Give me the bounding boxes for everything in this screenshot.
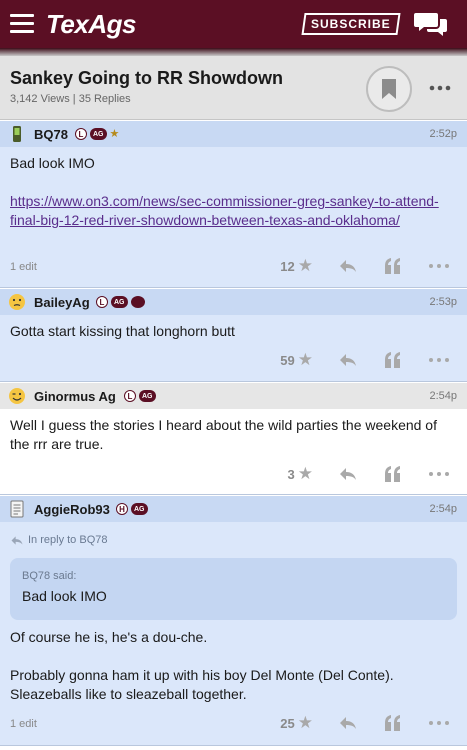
post-header: Ginormus Ag L AG 2:54p xyxy=(0,383,467,409)
pondering-face-avatar-icon[interactable] xyxy=(8,293,26,311)
post-time: 2:52p xyxy=(429,128,457,140)
more-icon[interactable] xyxy=(427,354,451,366)
badge-ag: AG xyxy=(90,128,107,140)
post-body: Bad look IMO https://www.on3.com/news/se… xyxy=(10,154,456,230)
post-text: Well I guess the stories I heard about t… xyxy=(10,417,437,452)
menu-icon[interactable] xyxy=(10,14,34,34)
user-badges: L AG xyxy=(124,390,156,402)
post-text: Bad look IMO xyxy=(10,155,95,171)
reply-icon[interactable] xyxy=(338,464,358,484)
like-count: 12 xyxy=(280,258,295,274)
badge-l: L xyxy=(75,128,87,140)
quote-text: Bad look IMO xyxy=(22,588,107,604)
star-icon: ★ xyxy=(297,713,313,732)
more-options-icon[interactable] xyxy=(428,80,452,96)
like-count: 25 xyxy=(280,715,295,731)
reply-icon[interactable] xyxy=(338,713,358,733)
winking-face-avatar-icon[interactable] xyxy=(8,387,26,405)
post-text: Gotta start kissing that longhorn butt xyxy=(10,323,235,339)
post-ginormus-ag: Ginormus Ag L AG 2:54p Well I guess the … xyxy=(0,383,467,495)
phone-avatar-icon[interactable] xyxy=(8,125,26,143)
header-shadow xyxy=(0,48,467,56)
username[interactable]: AggieRob93 xyxy=(34,502,110,517)
bookmark-icon xyxy=(382,79,396,99)
like-button[interactable]: 12 ★ xyxy=(280,256,313,276)
post-aggierob93: AggieRob93 H AG 2:54p In reply to BQ78 B… xyxy=(0,496,467,746)
reply-icon[interactable] xyxy=(338,256,358,276)
like-button[interactable]: 25 ★ xyxy=(280,713,313,733)
username[interactable]: BQ78 xyxy=(34,127,68,142)
post-actions: 12 ★ xyxy=(0,256,467,276)
badge-h: H xyxy=(116,503,128,515)
quote-icon[interactable] xyxy=(383,464,403,484)
like-count: 59 xyxy=(280,352,295,368)
post-header: BaileyAg L AG 2:53p xyxy=(0,289,467,315)
subscribe-label: SUBSCRIBE xyxy=(311,17,391,31)
subscribe-button[interactable]: SUBSCRIBE xyxy=(301,13,401,35)
user-badges: L AG ★ xyxy=(75,128,119,140)
quote-icon[interactable] xyxy=(383,713,403,733)
post-body: Of course he is, he's a dou-che. Probabl… xyxy=(10,628,456,704)
post-text-paragraph: Probably gonna ham it up with his boy De… xyxy=(10,667,394,702)
post-time: 2:53p xyxy=(429,296,457,308)
post-actions: 59 ★ xyxy=(0,350,467,370)
quote-icon[interactable] xyxy=(383,350,403,370)
document-avatar-icon[interactable] xyxy=(8,500,26,518)
chat-bubbles-icon[interactable] xyxy=(414,10,448,38)
thread-title: Sankey Going to RR Showdown xyxy=(10,68,284,88)
post-actions: 25 ★ xyxy=(0,713,467,733)
like-button[interactable]: 3 ★ xyxy=(288,464,313,484)
username[interactable]: Ginormus Ag xyxy=(34,389,116,404)
in-reply-link[interactable]: In reply to BQ78 xyxy=(10,534,108,546)
star-badge-icon: ★ xyxy=(109,128,120,140)
reply-icon[interactable] xyxy=(338,350,358,370)
star-icon: ★ xyxy=(297,350,313,369)
post-actions: 3 ★ xyxy=(0,464,467,484)
bookmark-button[interactable] xyxy=(366,66,412,112)
user-badges: H AG xyxy=(116,503,148,515)
post-baileyag: BaileyAg L AG 2:53p Gotta start kissing … xyxy=(0,289,467,382)
thread-stats: 3,142 Views | 35 Replies xyxy=(10,93,131,105)
post-time: 2:54p xyxy=(429,390,457,402)
in-reply-text: In reply to BQ78 xyxy=(28,534,108,546)
user-badges: L AG xyxy=(96,296,145,308)
quote-author: BQ78 said: xyxy=(22,570,77,582)
post-text-paragraph: Of course he is, he's a dou-che. xyxy=(10,629,208,645)
more-icon[interactable] xyxy=(427,717,451,729)
reply-arrow-icon xyxy=(11,535,23,545)
badge-l: L xyxy=(96,296,108,308)
texags-logo[interactable]: TexAgs xyxy=(46,9,136,40)
post-time: 2:54p xyxy=(429,503,457,515)
badge-l: L xyxy=(124,390,136,402)
quote-block[interactable]: BQ78 said: Bad look IMO xyxy=(10,558,457,620)
thread-header: Sankey Going to RR Showdown 3,142 Views … xyxy=(0,56,467,120)
post-bq78: BQ78 L AG ★ 2:52p Bad look IMO https://w… xyxy=(0,121,467,288)
badge-ag: AG xyxy=(139,390,156,402)
username[interactable]: BaileyAg xyxy=(34,295,90,310)
top-navigation-bar: TexAgs SUBSCRIBE xyxy=(0,0,467,48)
badge-ag: AG xyxy=(111,296,128,308)
more-icon[interactable] xyxy=(427,468,451,480)
post-link[interactable]: https://www.on3.com/news/sec-commissione… xyxy=(10,192,456,230)
ring-badge-icon xyxy=(130,296,145,308)
badge-ag: AG xyxy=(131,503,148,515)
like-count: 3 xyxy=(287,466,295,482)
like-button[interactable]: 59 ★ xyxy=(280,350,313,370)
star-icon: ★ xyxy=(297,464,313,483)
post-header: BQ78 L AG ★ 2:52p xyxy=(0,121,467,147)
more-icon[interactable] xyxy=(427,260,451,272)
quote-icon[interactable] xyxy=(383,256,403,276)
post-header: AggieRob93 H AG 2:54p xyxy=(0,496,467,522)
star-icon: ★ xyxy=(297,256,313,275)
